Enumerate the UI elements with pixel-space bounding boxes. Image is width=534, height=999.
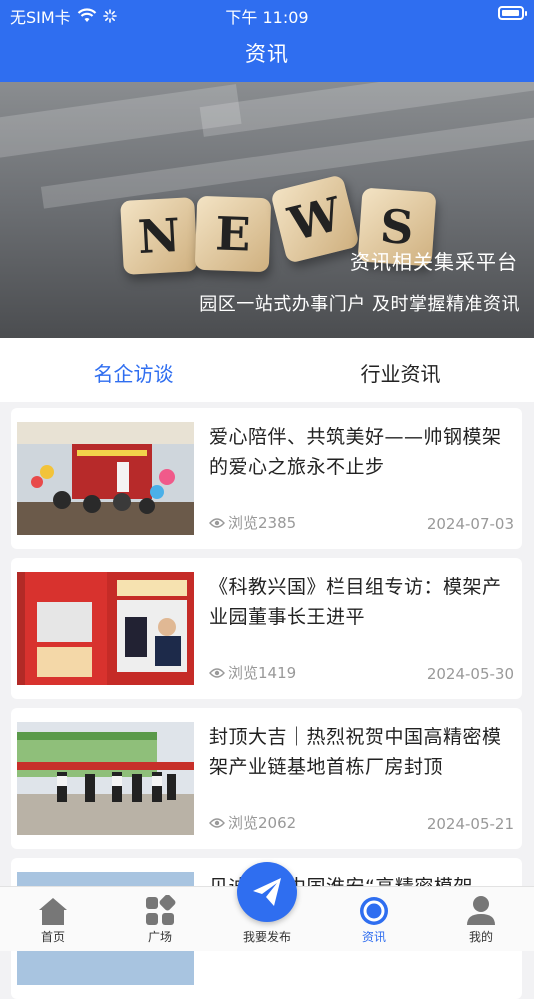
home-icon xyxy=(39,898,67,925)
tab-label: 我要发布 xyxy=(242,930,291,944)
eye-icon xyxy=(209,817,225,828)
tab-company-interviews[interactable]: 名企访谈 xyxy=(0,338,267,402)
tab-plaza[interactable]: 广场 xyxy=(107,887,213,951)
tab-label: 资讯 xyxy=(361,930,386,944)
publish-button[interactable] xyxy=(237,862,297,922)
tab-mine[interactable]: 我的 xyxy=(428,887,534,951)
article-thumbnail xyxy=(17,422,194,535)
tab-industry-news[interactable]: 行业资讯 xyxy=(267,338,534,402)
article-date: 2024-05-21 xyxy=(426,815,514,833)
top-bar: 无SIM卡 下午 11:09 资讯 xyxy=(0,0,534,82)
article-card[interactable]: 《科教兴国》栏目组专访：模架产业园董事长王进平 浏览1419 2024-05-3… xyxy=(11,558,522,699)
page-title: 资讯 xyxy=(245,42,289,66)
status-bar: 无SIM卡 下午 11:09 xyxy=(0,0,534,28)
article-views: 浏览2385 xyxy=(228,514,297,532)
eye-icon xyxy=(209,517,225,528)
dice-e: E xyxy=(194,195,272,273)
tab-label: 首页 xyxy=(40,930,65,944)
article-title: 封顶大吉｜热烈祝贺中国高精密模架产业链基地首栋厂房封顶 xyxy=(209,726,502,778)
battery-icon xyxy=(498,6,527,20)
tab-home[interactable]: 首页 xyxy=(0,887,106,951)
article-date: 2024-05-30 xyxy=(426,665,514,683)
article-views: 浏览2062 xyxy=(228,814,297,832)
article-thumbnail xyxy=(17,722,194,835)
article-date: 2024-07-03 xyxy=(426,515,514,533)
user-icon xyxy=(467,896,495,925)
banner-caption-1: 资讯相关集采平台 xyxy=(350,250,518,274)
category-tabs: 名企访谈 行业资讯 xyxy=(0,338,534,402)
news-banner[interactable]: N E W S 资讯相关集采平台 园区一站式办事门户 及时掌握精准资讯 xyxy=(0,82,534,338)
article-views: 浏览1419 xyxy=(228,664,297,682)
status-time: 下午 11:09 xyxy=(225,8,309,27)
info-circle-icon xyxy=(360,897,388,925)
article-title: 《科教兴国》栏目组专访：模架产业园董事长王进平 xyxy=(209,576,502,628)
tab-label: 我的 xyxy=(468,930,493,944)
tab-news[interactable]: 资讯 xyxy=(321,887,427,951)
article-thumbnail xyxy=(17,572,194,685)
dice-n: N xyxy=(120,197,198,275)
article-title: 爱心陪伴、共筑美好——帅钢模架的爱心之旅永不止步 xyxy=(209,426,502,478)
dice-w: W xyxy=(270,174,360,264)
paper-plane-icon xyxy=(253,878,281,906)
article-card[interactable]: 爱心陪伴、共筑美好——帅钢模架的爱心之旅永不止步 浏览2385 2024-07-… xyxy=(11,408,522,549)
tab-label: 广场 xyxy=(147,930,172,944)
article-card[interactable]: 封顶大吉｜热烈祝贺中国高精密模架产业链基地首栋厂房封顶 浏览2062 2024-… xyxy=(11,708,522,849)
banner-caption-2: 园区一站式办事门户 及时掌握精准资讯 xyxy=(199,294,520,315)
grid-icon xyxy=(146,895,176,925)
eye-icon xyxy=(209,667,225,678)
